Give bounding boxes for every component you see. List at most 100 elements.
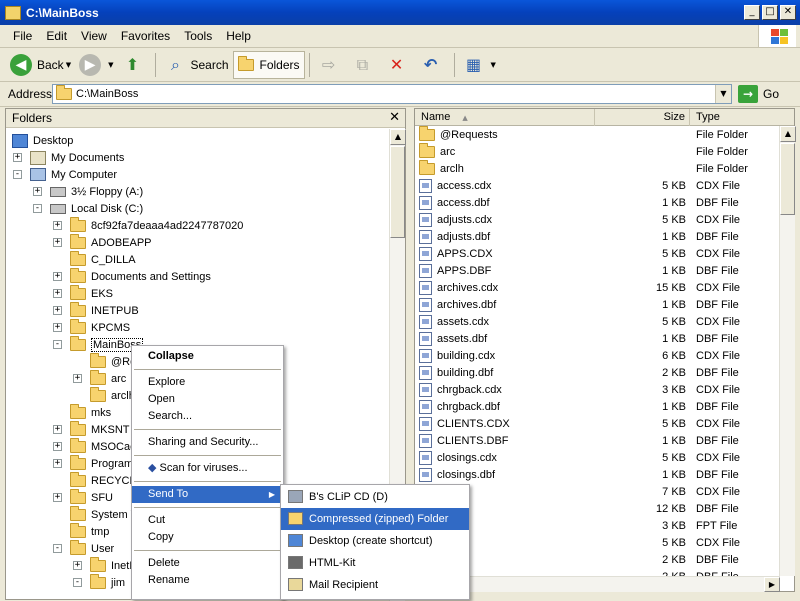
scrollbar-thumb[interactable] (780, 143, 795, 215)
copy-to-button[interactable]: ⧉ (348, 51, 382, 79)
tree-item[interactable]: arc (90, 369, 126, 387)
close-button[interactable]: ✕ (780, 5, 796, 20)
tree-item[interactable]: Program (70, 454, 133, 472)
expand-icon[interactable]: + (53, 306, 62, 315)
views-button[interactable]: ▦ ▼ (459, 51, 500, 79)
file-row[interactable]: chrgback.cdx 3 KB CDX File (415, 381, 790, 398)
tree-item[interactable]: MSOCacl (70, 437, 138, 455)
menu-tools[interactable]: Tools (177, 29, 219, 43)
menu-item-delete[interactable]: Delete (132, 555, 283, 572)
file-row[interactable]: assets.cdx 5 KB CDX File (415, 313, 790, 330)
tree-item[interactable]: INETPUB (70, 301, 139, 319)
file-row[interactable]: APPS.DBF 1 KB DBF File (415, 262, 790, 279)
collapse-icon[interactable]: - (13, 170, 22, 179)
menu-item-copy[interactable]: Copy (132, 529, 283, 546)
tree-item[interactable]: 8cf92fa7deaaa4ad2247787020 (70, 216, 243, 234)
file-row[interactable]: CLIENTS.CDX 5 KB CDX File (415, 415, 790, 432)
menu-item-cut[interactable]: Cut (132, 512, 283, 529)
expand-icon[interactable]: + (53, 289, 62, 298)
collapse-icon[interactable]: - (33, 204, 42, 213)
up-button[interactable]: ⬆ (117, 51, 151, 79)
search-button[interactable]: ⌕ Search (160, 51, 232, 79)
file-row[interactable]: arc File Folder (415, 142, 790, 160)
collapse-icon[interactable]: - (53, 340, 62, 349)
file-row[interactable]: ts.cdx7 KBCDX File (415, 483, 790, 500)
tree-item[interactable]: KPCMS (70, 318, 130, 336)
undo-button[interactable]: ↶ (416, 51, 450, 79)
tree-item[interactable]: mks (70, 403, 111, 421)
file-row[interactable]: @Requests File Folder (415, 125, 790, 143)
menu-help[interactable]: Help (219, 29, 258, 43)
expand-icon[interactable]: + (53, 459, 62, 468)
expand-icon[interactable]: + (13, 153, 22, 162)
scroll-up-icon[interactable]: ▲ (390, 129, 406, 145)
expand-icon[interactable]: + (53, 238, 62, 247)
send-to-item[interactable]: Compressed (zipped) Folder (281, 508, 469, 530)
menu-item-send-to[interactable]: Send To ▶ (132, 486, 283, 503)
file-row[interactable]: assets.dbf 1 KB DBF File (415, 330, 790, 347)
close-icon[interactable]: ✕ (389, 110, 400, 125)
file-row[interactable]: chrgback.dbf 1 KB DBF File (415, 398, 790, 415)
address-input[interactable]: C:\MainBoss ▼ (52, 84, 732, 104)
folders-button[interactable]: Folders (232, 50, 305, 79)
file-row[interactable]: building.dbf 2 KB DBF File (415, 364, 790, 381)
address-dropdown-icon[interactable]: ▼ (715, 85, 731, 103)
tree-item[interactable]: jim (90, 573, 125, 591)
menu-file[interactable]: File (6, 29, 39, 43)
maximize-button[interactable]: □ (762, 5, 778, 20)
send-to-item[interactable]: B's CLiP CD (D) (281, 486, 469, 508)
scrollbar-thumb[interactable] (390, 146, 405, 238)
menu-favorites[interactable]: Favorites (114, 29, 177, 43)
file-row[interactable]: ts.FPT3 KBFPT File (415, 517, 790, 534)
delete-button[interactable]: ✕ (382, 51, 416, 79)
expand-icon[interactable]: + (53, 442, 62, 451)
column-size-header[interactable]: Size (595, 109, 690, 126)
file-row[interactable]: dbf2 KBDBF File (415, 551, 790, 568)
expand-icon[interactable]: + (53, 323, 62, 332)
file-row[interactable]: access.cdx 5 KB CDX File (415, 177, 790, 194)
tree-item[interactable]: Local Disk (C:) (50, 200, 143, 217)
send-to-item[interactable]: Mail Recipient (281, 574, 469, 596)
menu-view[interactable]: View (74, 29, 114, 43)
column-name-header[interactable]: Name ▲ (415, 109, 595, 126)
tree-item[interactable]: My Documents (30, 149, 124, 166)
tree-item[interactable]: arclh (90, 386, 135, 404)
minimize-button[interactable]: _ (744, 5, 760, 20)
collapse-icon[interactable]: - (73, 578, 82, 587)
file-row[interactable]: APPS.CDX 5 KB CDX File (415, 245, 790, 262)
file-row[interactable]: CLIENTS.DBF 1 KB DBF File (415, 432, 790, 449)
tree-item[interactable]: Documents and Settings (70, 267, 211, 285)
tree-item[interactable]: tmp (70, 522, 109, 540)
expand-icon[interactable]: + (53, 272, 62, 281)
scroll-up-icon[interactable]: ▲ (780, 126, 796, 142)
tree-item[interactable]: EKS (70, 284, 113, 302)
tree-item[interactable]: System V (70, 505, 138, 523)
scroll-right-icon[interactable]: ▶ (764, 577, 780, 592)
tree-item[interactable]: C_DILLA (70, 250, 136, 268)
title-bar[interactable]: C:\MainBoss _ □ ✕ (0, 0, 800, 25)
tree-item[interactable]: ADOBEAPP (70, 233, 152, 251)
file-row[interactable]: access.dbf 1 KB DBF File (415, 194, 790, 211)
file-row[interactable]: ts.dbf12 KBDBF File (415, 500, 790, 517)
chevron-down-icon[interactable]: ▼ (108, 61, 113, 69)
expand-icon[interactable]: + (73, 561, 82, 570)
menu-item-search[interactable]: Search... (132, 408, 283, 425)
file-row[interactable]: arclh File Folder (415, 159, 790, 177)
expand-icon[interactable]: + (53, 221, 62, 230)
send-to-item[interactable]: HTML-Kit (281, 552, 469, 574)
menu-item-scan-for-viruses[interactable]: ◆ Scan for viruses... (132, 460, 283, 477)
file-row[interactable]: adjusts.cdx 5 KB CDX File (415, 211, 790, 228)
tree-item[interactable]: MKSNT (70, 420, 130, 438)
file-row[interactable]: closings.cdx 5 KB CDX File (415, 449, 790, 466)
expand-icon[interactable]: + (33, 187, 42, 196)
forward-button[interactable]: ▶ ▼ (75, 51, 117, 79)
back-button[interactable]: ◀ Back ▼ (6, 51, 75, 79)
column-type-header[interactable]: Type (690, 109, 794, 126)
expand-icon[interactable]: + (73, 374, 82, 383)
tree-item[interactable]: Desktop (12, 132, 73, 149)
tree-item[interactable]: SFU (70, 488, 113, 506)
menu-edit[interactable]: Edit (39, 29, 74, 43)
menu-item-collapse[interactable]: Collapse (132, 348, 283, 365)
tree-item[interactable]: @Re (90, 352, 136, 370)
file-row[interactable]: adjusts.dbf 1 KB DBF File (415, 228, 790, 245)
